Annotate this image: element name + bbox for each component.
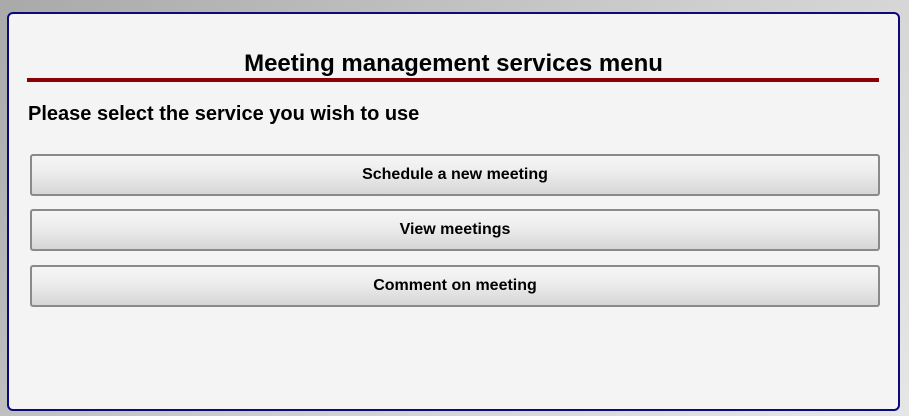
comment-on-meeting-button[interactable]: Comment on meeting <box>30 265 880 307</box>
view-meetings-button[interactable]: View meetings <box>30 209 880 251</box>
services-menu-panel: Meeting management services menu Please … <box>7 12 900 411</box>
page-title: Meeting management services menu <box>244 50 663 77</box>
selection-prompt: Please select the service you wish to us… <box>28 103 420 125</box>
schedule-new-meeting-button[interactable]: Schedule a new meeting <box>30 154 880 196</box>
title-divider <box>27 78 879 82</box>
